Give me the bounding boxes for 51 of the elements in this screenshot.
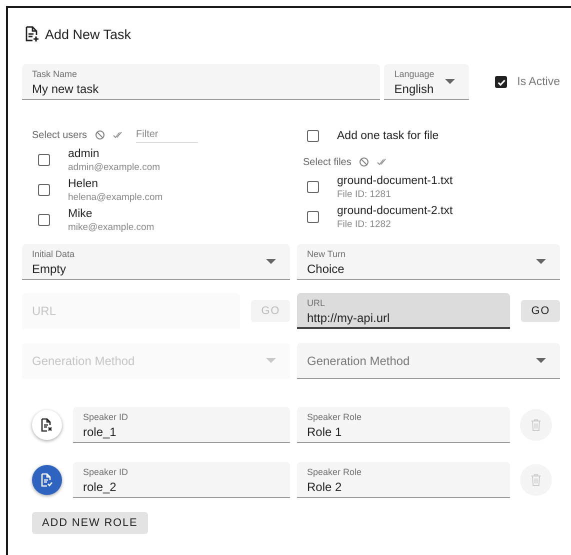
deselect-all-icon[interactable] <box>359 157 370 167</box>
file-name: ground-document-2.txt <box>337 204 453 218</box>
document-x-button[interactable] <box>32 410 62 440</box>
go-button[interactable]: GO <box>521 300 560 322</box>
checkbox[interactable] <box>38 184 50 196</box>
document-check-button[interactable] <box>32 465 62 495</box>
initial-data-select[interactable]: Initial Data Empty <box>22 244 290 280</box>
select-users-label: Select users <box>32 130 88 140</box>
checkbox[interactable] <box>307 211 319 223</box>
checkbox[interactable] <box>495 76 508 88</box>
add-new-role-button[interactable]: ADD NEW ROLE <box>32 512 148 534</box>
select-files-label: Select files <box>303 156 352 168</box>
deselect-all-icon[interactable] <box>95 130 106 140</box>
user-email: mike@example.com <box>68 220 154 234</box>
speaker-role-field[interactable]: Speaker Role Role 1 <box>297 407 510 443</box>
select-all-icon[interactable] <box>377 158 388 166</box>
checkbox[interactable] <box>38 154 50 166</box>
dropdown-arrow-icon <box>536 259 546 264</box>
file-name: ground-document-1.txt <box>337 174 453 188</box>
one-task-per-file-label: Add one task for file <box>337 130 439 142</box>
file-id: File ID: 1282 <box>337 218 392 230</box>
document-check-icon <box>41 473 53 487</box>
dropdown-arrow-icon <box>445 79 456 84</box>
generation-method-select[interactable]: Generation Method <box>297 343 560 379</box>
user-name: Mike <box>68 206 94 220</box>
url-field[interactable]: URL http://my-api.url <box>297 293 510 329</box>
user-name: admin <box>68 146 100 160</box>
task-name-field[interactable]: Task Name My new task <box>22 64 380 100</box>
trash-icon <box>531 419 541 431</box>
filter-field[interactable]: Filter <box>136 127 198 143</box>
dropdown-arrow-icon <box>266 358 276 363</box>
checkbox[interactable] <box>38 214 50 226</box>
document-x-icon <box>41 418 53 432</box>
language-select[interactable]: Language English <box>384 64 470 100</box>
select-all-icon[interactable] <box>113 131 124 139</box>
user-name: Helen <box>68 176 100 190</box>
checkbox[interactable] <box>307 130 319 142</box>
is-active-label: Is Active <box>517 76 560 88</box>
trash-icon <box>531 474 541 486</box>
user-email: helena@example.com <box>68 190 163 204</box>
speaker-id-field[interactable]: Speaker ID role_2 <box>73 462 290 498</box>
user-email: admin@example.com <box>68 160 160 174</box>
file-id: File ID: 1281 <box>337 188 392 200</box>
add-document-icon <box>25 26 39 42</box>
dropdown-arrow-icon <box>536 358 546 363</box>
checkbox[interactable] <box>307 181 319 193</box>
speaker-role-field[interactable]: Speaker Role Role 2 <box>297 462 510 498</box>
dialog-title: Add New Task <box>45 26 132 42</box>
dropdown-arrow-icon <box>266 259 276 264</box>
speaker-id-field[interactable]: Speaker ID role_1 <box>73 407 290 443</box>
new-turn-select[interactable]: New Turn Choice <box>297 244 560 280</box>
